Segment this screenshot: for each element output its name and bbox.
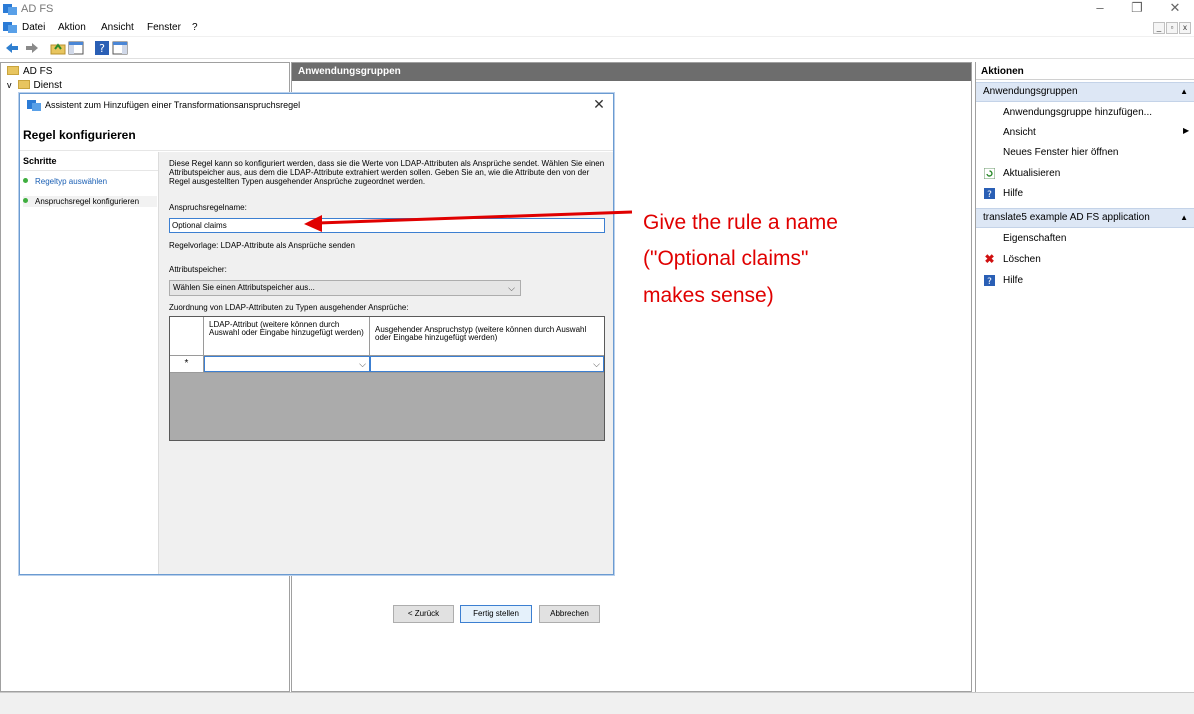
new-row-marker: * (170, 356, 204, 372)
chevron-down-icon: ⌵ (508, 283, 515, 293)
collapse-up-icon[interactable]: ▲ (1180, 209, 1188, 227)
grid-row-header-cell (170, 317, 204, 356)
attribute-store-value: Wählen Sie einen Attributspeicher aus... (173, 283, 315, 292)
chevron-down-icon: ⌵ (359, 359, 366, 369)
grid-header: LDAP-Attribut (weitere können durch Ausw… (170, 317, 604, 356)
dialog-heading: Regel konfigurieren (23, 128, 136, 142)
attribute-store-label: Attributspeicher: (169, 265, 227, 274)
mdi-minimize-button[interactable]: _ (1153, 22, 1165, 34)
step-label: Anspruchsregel konfigurieren (35, 197, 140, 206)
svg-text:?: ? (987, 277, 992, 286)
up-folder-icon[interactable] (50, 40, 66, 56)
section-title: Anwendungsgruppen (983, 86, 1078, 97)
add-transform-claim-rule-dialog: Assistent zum Hinzufügen einer Transform… (19, 93, 614, 623)
outgoing-claim-type-combobox[interactable]: ⌵ (370, 356, 604, 372)
toolbar: ? (0, 37, 1194, 59)
actions-title: Aktionen (976, 64, 1194, 80)
minimize-button[interactable]: – (1085, 0, 1115, 18)
dialog-title: Assistent zum Hinzufügen einer Transform… (45, 100, 301, 110)
mdi-close-button[interactable]: x (1179, 22, 1191, 34)
chevron-down-icon[interactable]: v (7, 80, 12, 90)
help-icon: ? (984, 188, 995, 199)
divider (20, 170, 158, 171)
step-done-icon (23, 178, 28, 183)
actions-pane: Aktionen Anwendungsgruppen ▲ Anwendungsg… (975, 62, 1194, 692)
adfs-app-icon (3, 4, 17, 15)
tree-item-adfs[interactable]: AD FS (7, 66, 52, 77)
close-window-button[interactable]: ✕ (1160, 0, 1190, 18)
tree-root-label: AD FS (23, 66, 53, 77)
menu-fenster[interactable]: Fenster (147, 22, 181, 33)
steps-title: Schritte (23, 156, 57, 166)
show-hide-tree-icon[interactable] (68, 40, 84, 56)
menu-datei[interactable]: Datei (22, 22, 45, 33)
forward-arrow-icon[interactable] (24, 40, 40, 56)
section-title: translate5 example AD FS application (983, 212, 1150, 223)
tree-item-dienst[interactable]: v Dienst (7, 80, 62, 91)
back-arrow-icon[interactable] (4, 40, 20, 56)
action-refresh[interactable]: Aktualisieren (1003, 168, 1060, 179)
back-button[interactable]: < Zurück (393, 605, 454, 623)
actions-section-application[interactable]: translate5 example AD FS application ▲ (976, 208, 1194, 228)
annotation-line-1: Give the rule a name (643, 211, 838, 234)
action-help[interactable]: Hilfe (1003, 188, 1023, 199)
cancel-button[interactable]: Abbrechen (539, 605, 600, 623)
divider (20, 150, 613, 151)
refresh-icon (984, 168, 995, 179)
step-current-icon (23, 198, 28, 203)
mdi-restore-button[interactable]: ▫ (1166, 22, 1178, 34)
dialog-titlebar: Assistent zum Hinzufügen einer Transform… (20, 94, 613, 116)
menu-aktion[interactable]: Aktion (58, 22, 86, 33)
show-action-pane-icon[interactable] (112, 40, 128, 56)
action-add-application-group[interactable]: Anwendungsgruppe hinzufügen... (1003, 107, 1152, 118)
help-icon[interactable]: ? (94, 40, 110, 56)
adfs-menu-icon (3, 22, 17, 33)
attribute-store-select[interactable]: Wählen Sie einen Attributspeicher aus...… (169, 280, 521, 296)
ldap-mapping-grid: LDAP-Attribut (weitere können durch Ausw… (169, 316, 605, 441)
restore-button[interactable]: ❐ (1122, 0, 1152, 18)
delete-icon: ✖ (984, 252, 995, 266)
step-configure-claim-rule[interactable]: Anspruchsregel konfigurieren (23, 196, 157, 207)
dialog-close-icon[interactable]: ✕ (591, 96, 607, 113)
mapping-label: Zuordnung von LDAP-Attributen zu Typen a… (169, 303, 409, 312)
menu-ansicht[interactable]: Ansicht (101, 22, 134, 33)
action-new-window[interactable]: Neues Fenster hier öffnen (1003, 147, 1118, 158)
rule-name-input[interactable]: Optional claims (169, 218, 605, 233)
column-outgoing-claim-type: Ausgehender Anspruchstyp (weitere können… (375, 325, 587, 342)
menu-help[interactable]: ? (192, 22, 198, 33)
svg-text:?: ? (987, 190, 992, 199)
rule-name-label: Anspruchsregelname: (169, 203, 247, 212)
action-properties[interactable]: Eigenschaften (1003, 233, 1066, 244)
rule-description: Diese Regel kann so konfiguriert werden,… (169, 159, 605, 186)
window-title: AD FS (21, 3, 54, 15)
folder-icon (17, 80, 30, 89)
collapse-up-icon[interactable]: ▲ (1180, 83, 1188, 101)
wizard-content: Diese Regel kann so konfiguriert werden,… (158, 152, 613, 623)
tree-child-label: Dienst (33, 80, 62, 91)
finish-button[interactable]: Fertig stellen (460, 605, 532, 623)
adfs-dialog-icon (27, 100, 41, 111)
window-titlebar: AD FS – ❐ ✕ (0, 0, 1194, 19)
column-ldap-attribute: LDAP-Attribut (weitere können durch Ausw… (204, 317, 370, 356)
ldap-attribute-combobox[interactable]: ⌵ (204, 356, 370, 372)
action-delete[interactable]: Löschen (1003, 254, 1041, 265)
step-label: Regeltyp auswählen (35, 177, 108, 186)
action-help-2[interactable]: Hilfe (1003, 275, 1023, 286)
annotation-line-3: makes sense) (643, 284, 774, 307)
chevron-down-icon: ⌵ (593, 359, 600, 369)
status-bar (0, 692, 1194, 714)
wizard-steps: Schritte Regeltyp auswählen Anspruchsreg… (20, 152, 158, 574)
table-row: * ⌵ ⌵ (170, 356, 604, 373)
annotation-line-2: ("Optional claims" (643, 247, 809, 270)
action-view[interactable]: Ansicht (1003, 127, 1036, 138)
help-icon: ? (984, 275, 995, 286)
results-pane-header: Anwendungsgruppen (292, 63, 971, 81)
svg-text:?: ? (99, 42, 105, 55)
submenu-arrow-icon: ▶ (1183, 126, 1190, 135)
actions-section-anwendungsgruppen[interactable]: Anwendungsgruppen ▲ (976, 82, 1194, 102)
rule-template-text: Regelvorlage: LDAP-Attribute als Ansprüc… (169, 241, 355, 250)
step-select-rule-type[interactable]: Regeltyp auswählen (23, 177, 107, 186)
folder-icon (7, 66, 19, 75)
menu-bar: Datei Aktion Ansicht Fenster ? _ ▫ x (0, 19, 1194, 37)
